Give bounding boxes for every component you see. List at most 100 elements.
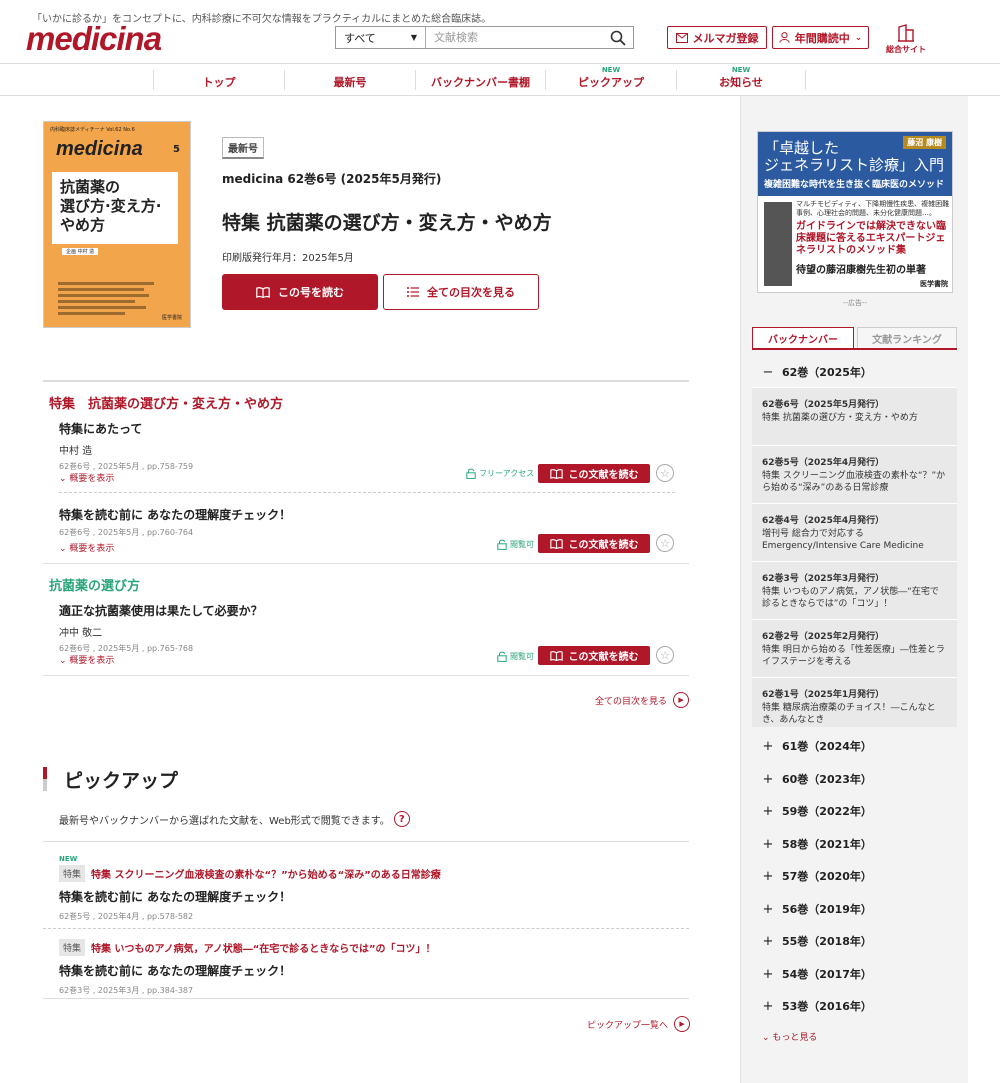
plus-icon: + xyxy=(762,771,774,787)
volume-toggle[interactable]: − 62巻（2025年） xyxy=(762,364,872,380)
unlock-icon xyxy=(466,468,476,479)
volume-toggle[interactable]: +54巻（2017年） xyxy=(762,966,872,982)
volume-toggle[interactable]: +58巻（2021年） xyxy=(762,836,872,852)
main-site-link[interactable]: 総合サイト xyxy=(882,24,930,55)
volume-toggle[interactable]: +57巻（2020年） xyxy=(762,868,872,884)
nav-pickup[interactable]: NEW ピックアップ xyxy=(545,66,676,90)
search-input[interactable] xyxy=(426,27,603,48)
show-more-link[interactable]: ⌄ もっと見る xyxy=(762,1030,817,1043)
nav-backnumber-label: バックナンバー書棚 xyxy=(431,76,530,89)
read-issue-label: この号を読む xyxy=(278,286,344,299)
newsletter-label: メルマガ登録 xyxy=(692,31,759,45)
plus-icon: + xyxy=(762,803,774,819)
nav-pickup-label: ピックアップ xyxy=(578,76,644,89)
article-title[interactable]: 特集にあたって xyxy=(59,420,675,437)
site-logo[interactable]: medicina xyxy=(26,20,162,58)
user-icon xyxy=(779,32,790,43)
help-icon[interactable]: ? xyxy=(393,811,410,827)
all-toc-link[interactable]: 全ての目次を見る ▶ xyxy=(595,692,690,708)
pickup-special-title[interactable]: 特集 スクリーニング血液検査の素朴な“？”から始める“深み”のある日常診療 xyxy=(91,866,441,881)
volume-toggle[interactable]: +53巻（2016年） xyxy=(762,998,872,1014)
volume-toggle[interactable]: +59巻（2022年） xyxy=(762,803,872,819)
volume-label: 53巻（2016年） xyxy=(782,1000,872,1013)
read-article-button[interactable]: この文献を読む xyxy=(538,534,650,553)
favorite-star-button[interactable]: ☆ xyxy=(656,534,674,552)
issue-special: 特集 糖尿病治療薬のチョイス！―こんなとき、あんなとき xyxy=(762,703,936,725)
sidebar-issue[interactable]: 62巻2号（2025年2月発行） 特集 明日から始める「性差医療」―性差とライフ… xyxy=(752,619,957,677)
minus-icon: − xyxy=(762,364,774,380)
section-divider xyxy=(43,675,689,676)
nav-latest[interactable]: 最新号 xyxy=(284,70,415,90)
issue-special: 特集 抗菌薬の選び方・変え方・やめ方 xyxy=(762,413,918,423)
issue-name: medicina 62巻6号 (2025年5月発行) xyxy=(222,172,442,186)
access-label: 閲覧可 xyxy=(510,652,534,661)
issue-number: 62巻1号（2025年1月発行） xyxy=(762,690,885,700)
plus-icon: + xyxy=(762,901,774,917)
plus-icon: + xyxy=(762,868,774,884)
issue-cover-image[interactable]: 内科臨床誌メディチーナ Vol.62 No.6 medicina 5 抗菌薬の … xyxy=(43,121,191,328)
chevron-down-icon: ⌄ xyxy=(59,544,67,554)
plus-icon: + xyxy=(762,933,774,949)
issue-number: 62巻3号（2025年3月発行） xyxy=(762,574,885,584)
sidebar-issue[interactable]: 62巻6号（2025年5月発行） 特集 抗菌薬の選び方・変え方・やめ方 xyxy=(752,387,957,445)
favorite-star-button[interactable]: ☆ xyxy=(656,646,674,664)
show-abstract-link[interactable]: ⌄ 概要を表示 xyxy=(59,541,114,554)
volume-toggle[interactable]: +56巻（2019年） xyxy=(762,901,872,917)
cover-author: 企画 中村 造 xyxy=(62,248,99,255)
read-article-label: この文献を読む xyxy=(568,470,639,481)
book-icon xyxy=(549,538,563,549)
new-badge: NEW xyxy=(59,855,78,863)
main-nav: トップ 最新号 バックナンバー書棚 NEW ピックアップ NEW お知らせ xyxy=(0,63,1000,96)
nav-news[interactable]: NEW お知らせ xyxy=(676,66,806,90)
cover-number: 5 xyxy=(173,144,180,155)
read-article-button[interactable]: この文献を読む xyxy=(538,646,650,665)
sidebar-issue[interactable]: 62巻4号（2025年4月発行） 増刊号 総合力で対応するEmergency/I… xyxy=(752,503,957,561)
subscription-label: 年間購読中 xyxy=(794,31,850,45)
article-title[interactable]: 適正な抗菌薬使用は果たして必要か？ xyxy=(59,602,675,619)
sidebar-issue[interactable]: 62巻1号（2025年1月発行） 特集 糖尿病治療薬のチョイス！―こんなとき、あ… xyxy=(752,677,957,727)
book-icon xyxy=(549,468,563,479)
chevron-down-icon: ⌄ xyxy=(762,1033,770,1043)
read-article-button[interactable]: この文献を読む xyxy=(538,464,650,483)
newsletter-button[interactable]: メルマガ登録 xyxy=(667,26,767,49)
pickup-article-title[interactable]: 特集を読む前に あなたの理解度チェック！ xyxy=(59,962,689,979)
volume-label: 59巻（2022年） xyxy=(782,805,872,818)
read-article-label: この文献を読む xyxy=(568,652,639,663)
issue-number: 62巻5号（2025年4月発行） xyxy=(762,458,885,468)
issue-special: 特集 スクリーニング血液検査の素朴な“？”から始める“深み”のある日常診療 xyxy=(762,471,946,493)
tab-ranking[interactable]: 文献ランキング xyxy=(857,327,957,349)
mail-icon xyxy=(675,32,688,43)
show-abstract-link[interactable]: ⌄ 概要を表示 xyxy=(59,653,114,666)
nav-top[interactable]: トップ xyxy=(153,70,284,90)
nav-new-badge: NEW xyxy=(601,66,621,74)
cover-logo: medicina xyxy=(56,138,143,160)
pickup-article-title[interactable]: 特集を読む前に あなたの理解度チェック！ xyxy=(59,888,689,905)
ad-banner[interactable]: 藤沼 康樹 「卓越した ジェネラリスト診療」入門 複雑困難な時代を生き抜く臨床医… xyxy=(757,131,953,293)
pickup-list-link[interactable]: ピックアップ一覧へ ▶ xyxy=(587,1016,691,1032)
unlock-icon xyxy=(497,651,507,662)
access-badge: フリーアクセス xyxy=(466,468,534,479)
sidebar-issue[interactable]: 62巻3号（2025年3月発行） 特集 いつものアノ病気，アノ状態―“在宅で診る… xyxy=(752,561,957,619)
show-abstract-link[interactable]: ⌄ 概要を表示 xyxy=(59,471,114,484)
volume-toggle[interactable]: +60巻（2023年） xyxy=(762,771,872,787)
volume-toggle[interactable]: +55巻（2018年） xyxy=(762,933,872,949)
volume-toggle[interactable]: +61巻（2024年） xyxy=(762,738,872,754)
favorite-star-button[interactable]: ☆ xyxy=(656,464,674,482)
search-button[interactable] xyxy=(603,27,633,48)
read-issue-button[interactable]: この号を読む xyxy=(222,274,378,310)
pickup-special-title[interactable]: 特集 いつものアノ病気，アノ状態―“在宅で診るときならでは”の「コツ」！ xyxy=(91,940,436,955)
article-divider xyxy=(59,492,675,493)
ad-book-image xyxy=(764,202,792,286)
volume-label: 58巻（2021年） xyxy=(782,838,872,851)
tab-backnumber[interactable]: バックナンバー xyxy=(752,327,854,349)
sidebar-issue[interactable]: 62巻5号（2025年4月発行） 特集 スクリーニング血液検査の素朴な“？”から… xyxy=(752,445,957,503)
subscription-button[interactable]: 年間購読中 ⌄ xyxy=(772,26,869,49)
view-toc-button[interactable]: 全ての目次を見る xyxy=(383,274,539,310)
search-category-select[interactable]: すべて ▼ xyxy=(336,27,426,48)
show-abstract-label: 概要を表示 xyxy=(69,544,115,554)
article-title[interactable]: 特集を読む前に あなたの理解度チェック！ xyxy=(59,506,675,523)
pickup-divider xyxy=(43,928,689,929)
access-label: 閲覧可 xyxy=(510,540,534,549)
nav-backnumber[interactable]: バックナンバー書棚 xyxy=(415,70,545,90)
article-author: 中村 造 xyxy=(59,446,93,457)
